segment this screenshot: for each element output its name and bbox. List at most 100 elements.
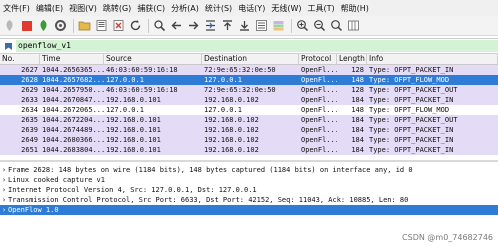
- cell-length: 184: [351, 146, 364, 154]
- expand-arrow-icon[interactable]: ›: [0, 165, 8, 175]
- cell-source: 192.168.0.101: [106, 96, 161, 104]
- start-capture-icon[interactable]: [2, 18, 17, 33]
- cell-time: 1044.2670847...: [42, 96, 104, 104]
- packet-row[interactable]: 2629 1044.2657950... 46:03:60:59:16:18 72:9…: [0, 85, 498, 95]
- display-filter-input[interactable]: openflow_v1: [16, 40, 498, 52]
- cell-protocol: OpenFl...: [301, 136, 337, 144]
- cell-no: 2635: [21, 116, 38, 124]
- expand-arrow-icon[interactable]: ›: [0, 205, 8, 215]
- open-file-icon[interactable]: [77, 18, 92, 33]
- cell-protocol: OpenFl...: [301, 146, 337, 154]
- zoom-in-icon[interactable]: [295, 18, 310, 33]
- find-packet-icon[interactable]: [152, 18, 167, 33]
- resize-columns-icon[interactable]: [346, 18, 361, 33]
- column-header-time[interactable]: Time: [40, 54, 104, 64]
- cell-destination: 127.0.0.1: [204, 76, 242, 84]
- menu-edit[interactable]: 编辑(E): [33, 3, 66, 14]
- menu-tools[interactable]: 工具(T): [304, 3, 337, 14]
- cell-destination: 192.168.0.102: [204, 146, 259, 154]
- pane-splitter[interactable]: [0, 160, 498, 162]
- packet-row[interactable]: 2635 1044.2672204... 192.168.0.101 192.168.…: [0, 115, 498, 125]
- cell-protocol: OpenFl...: [301, 96, 337, 104]
- expand-arrow-icon[interactable]: ›: [0, 185, 8, 195]
- cell-no: 2629: [21, 86, 38, 94]
- packet-row[interactable]: 2627 1044.2656365... 46:03:60:59:16:18 72:9…: [0, 65, 498, 75]
- detail-tree-item[interactable]: › Linux cooked capture v1: [0, 175, 498, 185]
- column-header-info[interactable]: Info: [367, 54, 498, 64]
- normal-size-icon[interactable]: [329, 18, 344, 33]
- detail-tree-label: Linux cooked capture v1: [8, 176, 105, 184]
- detail-tree-item[interactable]: › Frame 2628: 148 bytes on wire (1184 bit…: [0, 165, 498, 175]
- cell-time: 1044.2656365...: [42, 66, 104, 74]
- menu-help[interactable]: 帮助(H): [338, 3, 372, 14]
- go-to-packet-icon[interactable]: [203, 18, 218, 33]
- menu-go[interactable]: 跳转(G): [100, 3, 134, 14]
- packet-row[interactable]: 2649 1044.2680366... 192.168.0.101 192.168.…: [0, 135, 498, 145]
- cell-destination: 127.0.0.1: [204, 106, 242, 114]
- cell-time: 1044.2683804...: [42, 146, 104, 154]
- column-header-protocol[interactable]: Protocol: [299, 54, 337, 64]
- column-header-destination[interactable]: Destination: [202, 54, 299, 64]
- go-back-icon[interactable]: [169, 18, 184, 33]
- packet-row[interactable]: 2639 1044.2674489... 192.168.0.101 192.168.…: [0, 125, 498, 135]
- detail-tree-label: Transmission Control Protocol, Src Port:…: [8, 196, 409, 204]
- column-header-no[interactable]: No.: [0, 54, 40, 64]
- detail-tree-item[interactable]: › Transmission Control Protocol, Src Port…: [0, 195, 498, 205]
- capture-options-icon[interactable]: [53, 18, 68, 33]
- stop-capture-icon[interactable]: [19, 18, 34, 33]
- menu-file[interactable]: 文件(F): [0, 3, 33, 14]
- packet-row[interactable]: 2634 1044.2672065... 127.0.0.1 127.0.0.1 Ope…: [0, 105, 498, 115]
- packet-bytes-pane: CSDN @m0_74682746: [0, 228, 498, 247]
- cell-protocol: OpenFl...: [301, 66, 337, 74]
- packet-list: No. Time Source Destination Protocol Len…: [0, 54, 498, 155]
- cell-no: 2633: [21, 96, 38, 104]
- cell-info: Type: OFPT_FLOW_MOD: [369, 76, 450, 84]
- menu-view[interactable]: 视图(V): [66, 3, 100, 14]
- cell-time: 1044.2672204...: [42, 116, 104, 124]
- cell-source: 192.168.0.101: [106, 126, 161, 134]
- cell-source: 46:03:60:59:16:18: [106, 86, 178, 94]
- menu-bar: 文件(F) 编辑(E) 视图(V) 跳转(G) 捕获(C) 分析(A) 统计(S…: [0, 0, 498, 16]
- cell-no: 2634: [21, 106, 38, 114]
- go-forward-icon[interactable]: [186, 18, 201, 33]
- expand-arrow-icon[interactable]: ›: [0, 175, 8, 185]
- auto-scroll-icon[interactable]: [254, 18, 269, 33]
- cell-source: 192.168.0.101: [106, 136, 161, 144]
- detail-tree-label: Internet Protocol Version 4, Src: 127.0.…: [8, 186, 257, 194]
- packet-row[interactable]: 2633 1044.2670847... 192.168.0.101 192.168.…: [0, 95, 498, 105]
- main-toolbar: [0, 16, 498, 36]
- save-file-icon[interactable]: [94, 18, 109, 33]
- reload-icon[interactable]: [128, 18, 143, 33]
- last-packet-icon[interactable]: [237, 18, 252, 33]
- watermark: CSDN @m0_74682746: [402, 233, 493, 242]
- close-file-icon[interactable]: [111, 18, 126, 33]
- detail-tree-label: OpenFlow 1.0: [8, 206, 59, 214]
- cell-destination: 72:9e:65:32:0e:50: [204, 66, 276, 74]
- toolbar-separator: [73, 18, 74, 33]
- cell-no: 2651: [21, 146, 38, 154]
- cell-source: 127.0.0.1: [106, 76, 144, 84]
- cell-length: 128: [351, 86, 364, 94]
- restart-capture-icon[interactable]: [36, 18, 51, 33]
- detail-tree-item[interactable]: › Internet Protocol Version 4, Src: 127.0…: [0, 185, 498, 195]
- column-header-length[interactable]: Length: [337, 54, 367, 64]
- menu-wireless[interactable]: 无线(W): [268, 3, 304, 14]
- expand-arrow-icon[interactable]: ›: [0, 195, 8, 205]
- column-header-source[interactable]: Source: [104, 54, 202, 64]
- menu-analyze[interactable]: 分析(A): [168, 3, 202, 14]
- toolbar-separator: [148, 18, 149, 33]
- packet-row[interactable]: 2651 1044.2683804... 192.168.0.101 192.168.…: [0, 145, 498, 155]
- menu-capture[interactable]: 捕获(C): [134, 3, 168, 14]
- cell-destination: 72:9e:65:32:0e:50: [204, 86, 276, 94]
- colorize-icon[interactable]: [271, 18, 286, 33]
- menu-statistics[interactable]: 统计(S): [202, 3, 235, 14]
- cell-time: 1044.2657682...: [42, 76, 104, 84]
- bookmark-filter-icon[interactable]: [3, 41, 13, 51]
- menu-telephony[interactable]: 电话(Y): [235, 3, 268, 14]
- packet-row[interactable]: 2628 1044.2657682... 127.0.0.1 127.0.0.1 Ope…: [0, 75, 498, 85]
- cell-source: 127.0.0.1: [106, 106, 144, 114]
- zoom-out-icon[interactable]: [312, 18, 327, 33]
- first-packet-icon[interactable]: [220, 18, 235, 33]
- detail-tree-item[interactable]: › OpenFlow 1.0: [0, 205, 498, 215]
- cell-time: 1044.2674489...: [42, 126, 104, 134]
